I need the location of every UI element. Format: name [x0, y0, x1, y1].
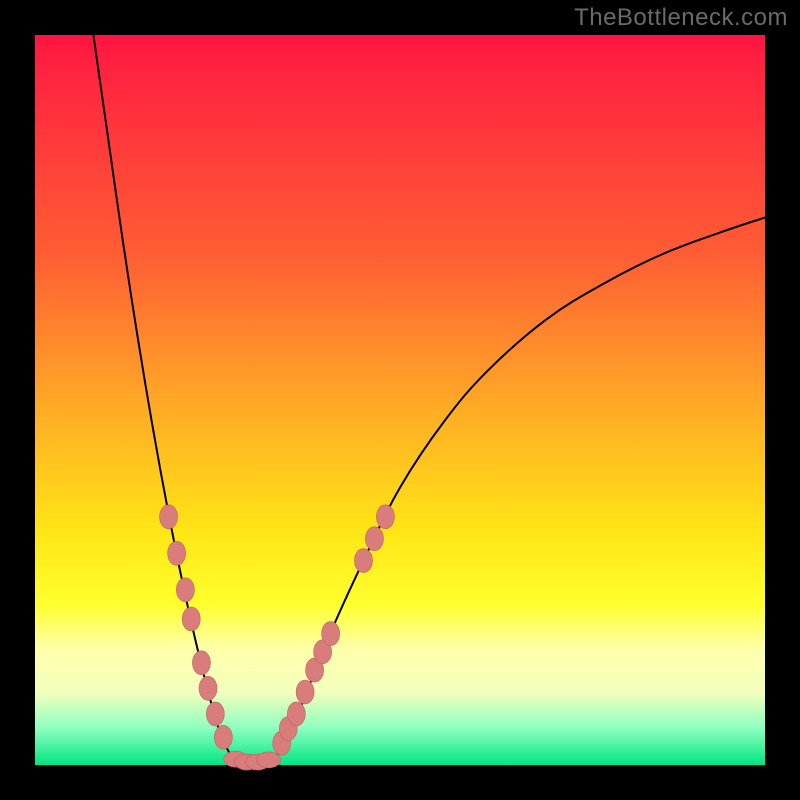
curve-group [93, 35, 765, 764]
chart-frame: TheBottleneck.com [0, 0, 800, 800]
data-marker [192, 651, 210, 675]
plot-area [35, 35, 765, 765]
watermark-text: TheBottleneck.com [574, 4, 788, 32]
data-marker [168, 541, 186, 565]
data-marker [206, 702, 224, 726]
data-marker [214, 725, 232, 749]
data-marker [287, 702, 305, 726]
data-marker [376, 505, 394, 529]
data-marker [322, 622, 340, 646]
chart-svg [35, 35, 765, 765]
data-marker [257, 752, 281, 768]
data-marker [355, 549, 373, 573]
data-marker [160, 505, 178, 529]
data-marker [176, 578, 194, 602]
data-marker [296, 680, 314, 704]
data-marker [199, 676, 217, 700]
bottleneck-curve [93, 35, 765, 764]
data-marker [182, 607, 200, 631]
data-marker [365, 527, 383, 551]
